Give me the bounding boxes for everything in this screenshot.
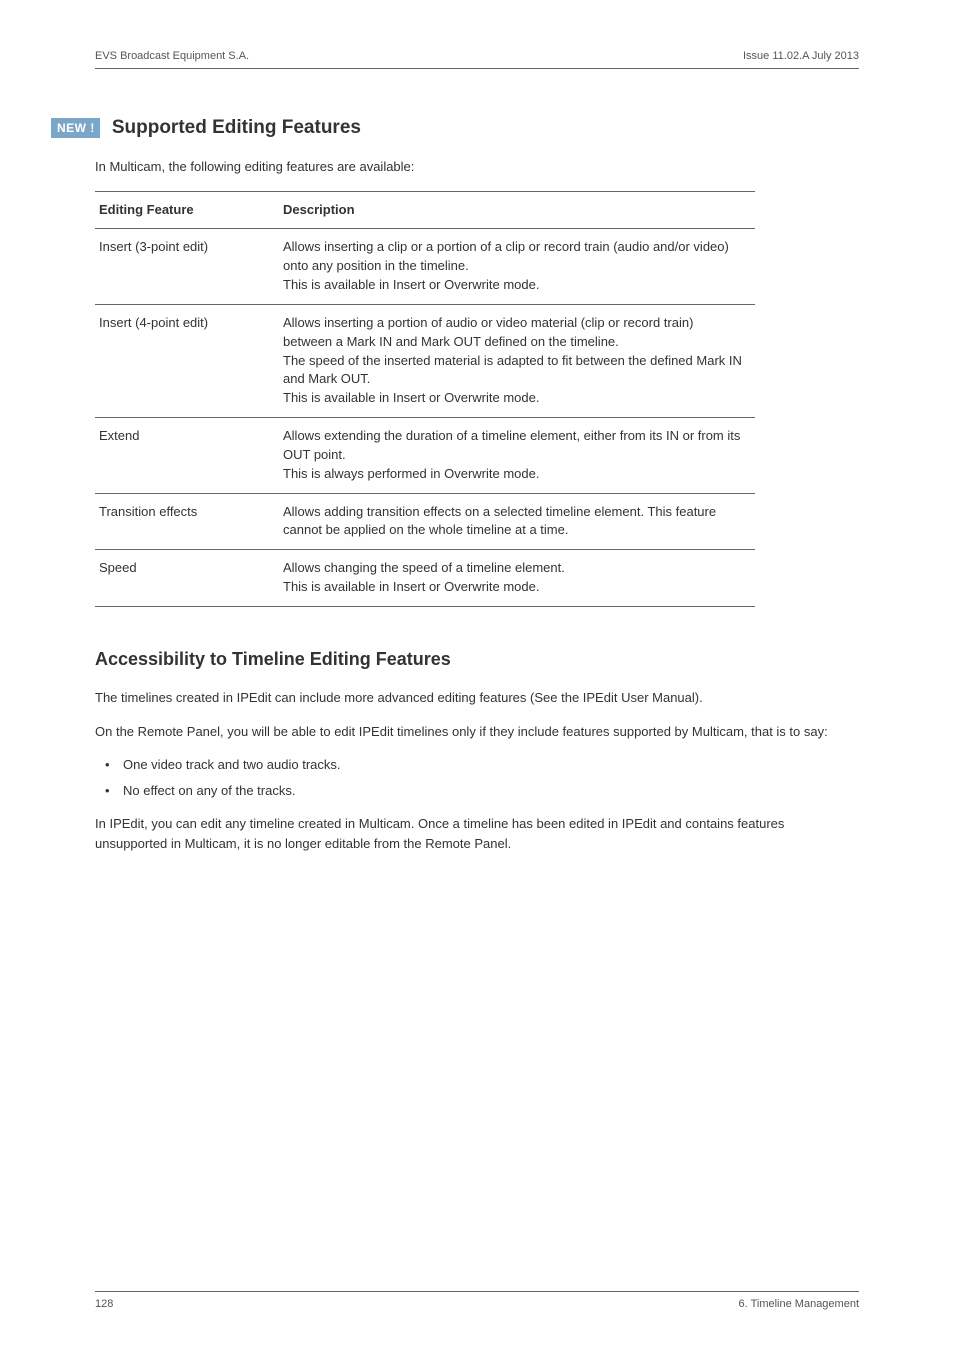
list-item: One video track and two audio tracks. — [95, 755, 859, 775]
header-left: EVS Broadcast Equipment S.A. — [95, 50, 249, 62]
feature-cell: Insert (3-point edit) — [95, 229, 279, 305]
table-header-feature: Editing Feature — [95, 191, 279, 229]
description-cell: Allows changing the speed of a timeline … — [279, 550, 755, 607]
feature-cell: Transition effects — [95, 493, 279, 550]
table-row: Insert (4-point edit) Allows inserting a… — [95, 304, 755, 417]
table-header-description: Description — [279, 191, 755, 229]
page-header: EVS Broadcast Equipment S.A. Issue 11.02… — [95, 50, 859, 69]
body-paragraph: On the Remote Panel, you will be able to… — [95, 722, 859, 742]
description-cell: Allows extending the duration of a timel… — [279, 418, 755, 494]
editing-features-table: Editing Feature Description Insert (3-po… — [95, 191, 755, 608]
body-paragraph: In IPEdit, you can edit any timeline cre… — [95, 814, 859, 853]
section-heading-supported-editing: NEW ! Supported Editing Features — [51, 117, 859, 139]
section-heading-accessibility: Accessibility to Timeline Editing Featur… — [95, 649, 859, 670]
feature-cell: Speed — [95, 550, 279, 607]
body-paragraph: The timelines created in IPEdit can incl… — [95, 688, 859, 708]
footer-page-number: 128 — [95, 1298, 113, 1310]
table-row: Speed Allows changing the speed of a tim… — [95, 550, 755, 607]
bullet-list: One video track and two audio tracks. No… — [95, 755, 859, 800]
page-footer: 128 6. Timeline Management — [95, 1291, 859, 1310]
feature-cell: Extend — [95, 418, 279, 494]
new-badge: NEW ! — [51, 118, 100, 138]
description-cell: Allows inserting a portion of audio or v… — [279, 304, 755, 417]
list-item: No effect on any of the tracks. — [95, 781, 859, 801]
table-row: Insert (3-point edit) Allows inserting a… — [95, 229, 755, 305]
heading-text: Supported Editing Features — [112, 117, 361, 139]
description-cell: Allows inserting a clip or a portion of … — [279, 229, 755, 305]
header-right: Issue 11.02.A July 2013 — [743, 50, 859, 62]
feature-cell: Insert (4-point edit) — [95, 304, 279, 417]
table-header-row: Editing Feature Description — [95, 191, 755, 229]
description-cell: Allows adding transition effects on a se… — [279, 493, 755, 550]
table-row: Extend Allows extending the duration of … — [95, 418, 755, 494]
intro-paragraph: In Multicam, the following editing featu… — [95, 157, 859, 177]
table-row: Transition effects Allows adding transit… — [95, 493, 755, 550]
footer-chapter: 6. Timeline Management — [739, 1298, 859, 1310]
